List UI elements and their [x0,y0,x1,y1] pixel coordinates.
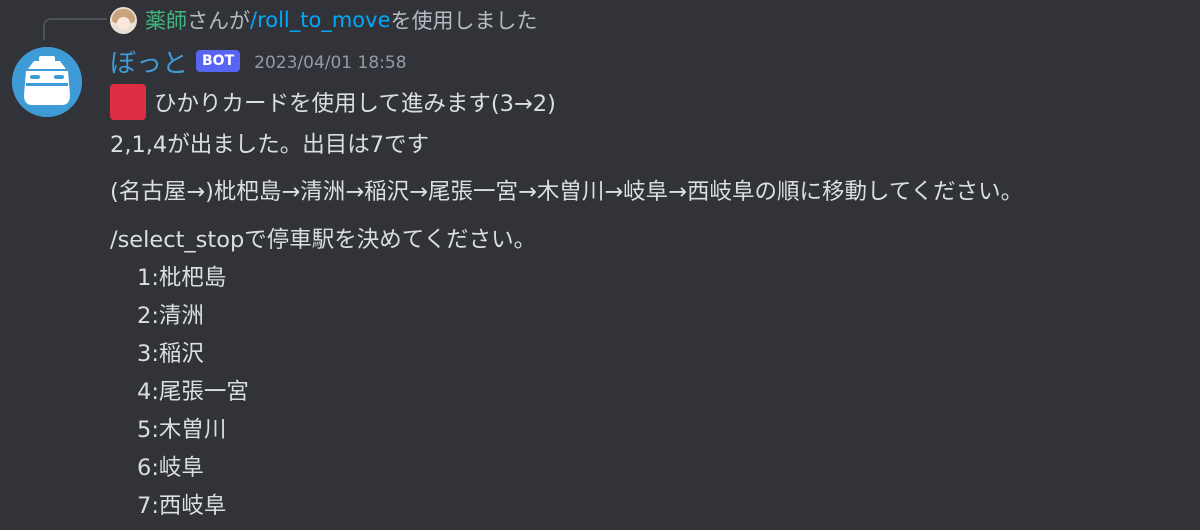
reply-command-link[interactable]: /roll_to_move [250,8,391,32]
reply-text-before: さんが [187,9,250,33]
user-avatar-icon[interactable] [110,6,137,34]
bot-username[interactable]: ぼっと [110,43,188,80]
reply-connector-line [43,18,107,40]
list-item-stop-2: 2:清洲 [137,303,204,329]
reply-username[interactable]: 薬師 [145,5,187,35]
red-square-icon [110,84,146,120]
dice-line: 2,1,4が出ました。出目は7です [110,132,430,158]
list-item-stop-3: 3:稲沢 [137,341,204,367]
reply-text-after: を使用しました [390,9,538,33]
message-header: ぼっと BOT 2023/04/01 18:58 [110,43,407,79]
bot-avatar-icon[interactable] [12,47,82,117]
bot-tag-badge: BOT [196,50,241,72]
list-item-stop-1: 1:枇杷島 [137,265,227,291]
list-item-stop-7: 7:西岐阜 [137,493,227,519]
list-item-stop-6: 6:岐阜 [137,455,204,481]
reply-reference[interactable]: 薬師 さんが /roll_to_move を使用しました [110,4,538,36]
message-timestamp[interactable]: 2023/04/01 18:58 [254,53,406,73]
card-line: ひかりカードを使用して進みます(3→2) [110,84,556,120]
list-item-stop-5: 5:木曽川 [137,417,227,443]
card-line-text: ひかりカードを使用して進みます(3→2) [154,91,556,117]
route-line: (名古屋→)枇杷島→清洲→稲沢→尾張一宮→木曽川→岐阜→西岐阜の順に移動してくだ… [110,179,1024,205]
instruction-line: /select_stopで停車駅を決めてください。 [110,227,537,253]
list-item-stop-4: 4:尾張一宮 [137,379,249,405]
